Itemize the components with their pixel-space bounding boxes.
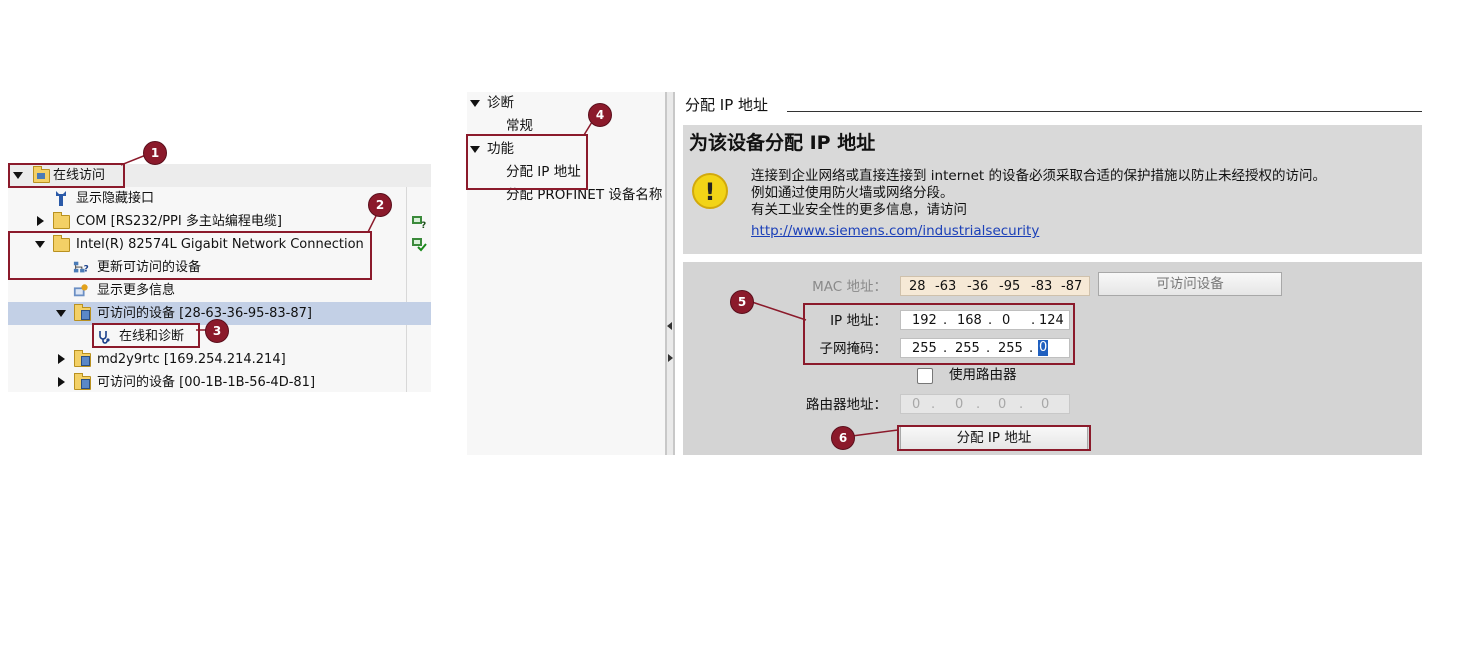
warning-line-3: 有关工业安全性的更多信息，请访问 bbox=[751, 202, 967, 218]
collapse-arrow-icon[interactable] bbox=[470, 100, 480, 107]
annotation-box-3 bbox=[92, 323, 200, 348]
device-folder-icon bbox=[74, 373, 91, 390]
annotation-box-6 bbox=[897, 425, 1091, 451]
siemens-security-link[interactable]: http://www.siemens.com/industrialsecurit… bbox=[751, 223, 1326, 240]
mac-octet: -36 bbox=[967, 279, 989, 294]
mac-octet: -87 bbox=[1061, 279, 1083, 294]
accessible-devices-button[interactable]: 可访问设备 bbox=[1098, 272, 1282, 296]
mac-octet: 28 bbox=[909, 279, 926, 294]
tree-item-more-info[interactable]: 显示更多信息 bbox=[8, 279, 431, 302]
router-dot: . bbox=[931, 397, 936, 412]
annotation-box-5 bbox=[803, 303, 1075, 365]
tree-item-label: md2y9rtc [169.254.214.214] bbox=[97, 352, 286, 367]
tree-item-com[interactable]: COM [RS232/PPI 多主站编程电缆] ? bbox=[8, 210, 431, 233]
network-status-unknown-icon: ? bbox=[412, 216, 426, 229]
router-dot: . bbox=[976, 397, 981, 412]
section-title-rule bbox=[787, 111, 1422, 112]
device-folder-icon bbox=[74, 304, 91, 321]
collapse-arrow-icon[interactable] bbox=[56, 310, 66, 317]
page-heading: 为该设备分配 IP 地址 bbox=[689, 132, 876, 154]
router-octet: 0 bbox=[998, 397, 1007, 412]
badge-2: 2 bbox=[368, 193, 392, 217]
mac-octet: -63 bbox=[935, 279, 957, 294]
mac-field: 28 -63 -36 -95 -83 -87 bbox=[900, 276, 1090, 296]
tree-item-label: COM [RS232/PPI 多主站编程电缆] bbox=[76, 214, 282, 229]
use-router-label: 使用路由器 bbox=[949, 367, 1017, 383]
expand-arrow-icon[interactable] bbox=[58, 354, 65, 364]
warning-text: 连接到企业网络或直接连接到 internet 的设备必须采取合适的保护措施以防止… bbox=[751, 168, 1326, 240]
warning-line-2: 例如通过使用防火墙或网络分段。 bbox=[751, 185, 954, 201]
badge-3: 3 bbox=[205, 319, 229, 343]
security-info-box: 为该设备分配 IP 地址 ! 连接到企业网络或直接连接到 internet 的设… bbox=[683, 125, 1422, 254]
tree-item-label: 显示更多信息 bbox=[97, 283, 176, 298]
annotation-box-4 bbox=[466, 134, 588, 190]
router-octet: 0 bbox=[1041, 397, 1050, 412]
badge-1: 1 bbox=[143, 141, 167, 165]
folder-icon bbox=[53, 212, 70, 229]
tree-item-label: 显示隐藏接口 bbox=[76, 191, 155, 206]
section-title: 分配 IP 地址 bbox=[685, 96, 769, 114]
warning-line-1: 连接到企业网络或直接连接到 internet 的设备必须采取合适的保护措施以防止… bbox=[751, 168, 1326, 184]
router-octet: 0 bbox=[955, 397, 964, 412]
network-status-ok-icon bbox=[412, 238, 427, 252]
warning-icon: ! bbox=[692, 173, 728, 209]
badge-5: 5 bbox=[730, 290, 754, 314]
mac-octet: -83 bbox=[1031, 279, 1053, 294]
router-address-label: 路由器地址： bbox=[806, 397, 887, 413]
expand-arrow-icon[interactable] bbox=[37, 216, 44, 226]
tree-item-md2y9rtc[interactable]: md2y9rtc [169.254.214.214] bbox=[8, 348, 431, 371]
svg-text:?: ? bbox=[421, 221, 426, 229]
info-devices-icon bbox=[73, 284, 88, 297]
mac-label: MAC 地址： bbox=[812, 279, 887, 295]
mac-octet: -95 bbox=[999, 279, 1021, 294]
wrench-icon bbox=[56, 191, 66, 206]
tree-item-accessible-device-2[interactable]: 可访问的设备 [00-1B-1B-56-4D-81] bbox=[8, 371, 431, 394]
annotation-box-1 bbox=[8, 163, 125, 188]
expand-right-icon[interactable] bbox=[668, 354, 673, 362]
expand-arrow-icon[interactable] bbox=[58, 377, 65, 387]
panel-splitter[interactable] bbox=[665, 92, 675, 455]
router-address-field: 0 . 0 . 0 . 0 bbox=[900, 394, 1070, 414]
badge-6: 6 bbox=[831, 426, 855, 450]
badge-4: 4 bbox=[588, 103, 612, 127]
use-router-checkbox[interactable] bbox=[917, 368, 933, 384]
nav-item-diagnostics[interactable]: 诊断 bbox=[487, 92, 514, 114]
tree-item-label: 可访问的设备 [28-63-36-95-83-87] bbox=[97, 306, 312, 321]
collapse-left-icon[interactable] bbox=[667, 322, 672, 330]
tree-item-label: 可访问的设备 [00-1B-1B-56-4D-81] bbox=[97, 375, 316, 390]
device-folder-icon bbox=[74, 350, 91, 367]
router-octet: 0 bbox=[912, 397, 921, 412]
assign-ip-content: 分配 IP 地址 为该设备分配 IP 地址 ! 连接到企业网络或直接连接到 in… bbox=[675, 92, 1422, 455]
annotation-box-2 bbox=[8, 231, 372, 280]
router-dot: . bbox=[1019, 397, 1024, 412]
